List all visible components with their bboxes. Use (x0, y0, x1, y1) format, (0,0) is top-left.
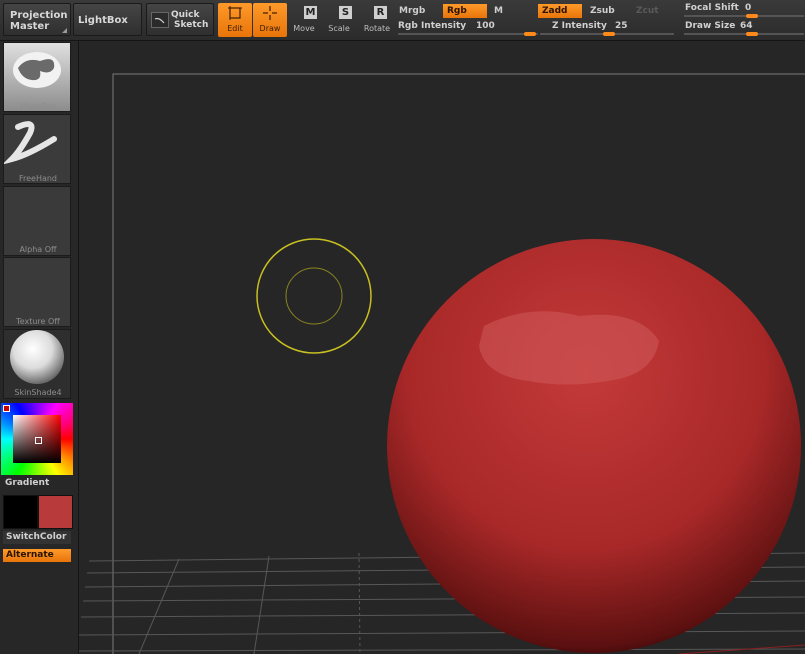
rotate-button[interactable]: R Rotate (360, 3, 394, 37)
material-label: SkinShade4 (14, 388, 62, 397)
z-intensity-label: Z Intensity (552, 21, 607, 31)
lightbox-button[interactable]: LightBox (73, 3, 142, 36)
draw-button[interactable]: Draw (253, 3, 287, 37)
z-intensity-knob[interactable] (603, 32, 615, 36)
scale-button[interactable]: S Scale (322, 3, 356, 37)
switch-color-button[interactable]: SwitchColor (3, 531, 71, 544)
move-label: Move (293, 24, 315, 33)
rotate-icon: R (374, 6, 387, 19)
draw-size-track (684, 33, 804, 35)
lightbox-label: LightBox (78, 15, 128, 26)
rgb-intensity-slider[interactable]: Rgb Intensity 100 (398, 20, 538, 36)
rgb-intensity-label: Rgb Intensity (398, 21, 467, 31)
alternate-button[interactable]: Alternate (3, 549, 71, 562)
texture-label: Texture Off (16, 317, 60, 326)
draw-size-value: 64 (740, 21, 753, 31)
rotate-label: Rotate (363, 24, 391, 33)
red-sphere (387, 239, 801, 653)
brush-cursor-inner (285, 267, 343, 325)
maskpen-icon (13, 52, 61, 88)
m-button[interactable]: M (490, 4, 510, 18)
color-selector[interactable] (35, 437, 42, 444)
freehand-icon (2, 121, 57, 165)
color-picker[interactable] (1, 403, 73, 475)
zcut-button[interactable]: Zcut (632, 4, 672, 18)
projection-master-label-2: Master (10, 21, 50, 32)
move-icon: M (304, 6, 317, 19)
primary-color-swatch[interactable] (3, 495, 38, 529)
z-intensity-slider[interactable]: Z Intensity 25 (540, 20, 674, 36)
z-intensity-value: 25 (615, 21, 628, 31)
gradient-label[interactable]: Gradient (5, 478, 49, 488)
quick-sketch-button[interactable]: Quick Sketch (146, 3, 214, 36)
rgb-intensity-track (398, 33, 538, 35)
rgb-intensity-value: 100 (476, 21, 495, 31)
quick-sketch-icon (151, 12, 169, 28)
edit-icon (228, 6, 242, 20)
move-button[interactable]: M Move (287, 3, 321, 37)
draw-size-knob[interactable] (746, 32, 758, 36)
edit-label: Edit (227, 24, 243, 33)
hue-marker[interactable] (3, 405, 10, 412)
document-canvas[interactable] (79, 41, 805, 654)
painted-patch (479, 311, 659, 385)
draw-size-label: Draw Size (685, 21, 736, 31)
scale-icon: S (339, 6, 352, 19)
secondary-color-swatch[interactable] (38, 495, 73, 529)
zsub-button[interactable]: Zsub (586, 4, 626, 18)
draw-label: Draw (259, 24, 281, 33)
rgb-intensity-knob[interactable] (524, 32, 536, 36)
draw-size-slider[interactable]: Draw Size 64 (684, 20, 804, 36)
mrgb-button[interactable]: Mrgb (395, 4, 435, 18)
corner-arrow-icon (62, 28, 67, 33)
material-sphere-icon (10, 330, 64, 384)
focal-shift-knob[interactable] (746, 14, 758, 18)
focal-shift-track (684, 15, 804, 17)
left-shelf: MaskPen FreeHand Alpha Off Texture Off S… (0, 41, 79, 654)
scale-label: Scale (328, 24, 350, 33)
alpha-label: Alpha Off (19, 245, 57, 254)
projection-master-label-1: Projection (10, 10, 68, 21)
zadd-button[interactable]: Zadd (538, 4, 582, 18)
top-toolbar: Projection Master LightBox Quick Sketch … (0, 0, 805, 41)
draw-icon (263, 6, 277, 20)
rgb-button[interactable]: Rgb (443, 4, 487, 18)
brush-label: MaskPen (20, 102, 56, 111)
focal-shift-label: Focal Shift (685, 3, 739, 13)
brush-cursor-outer (256, 238, 372, 354)
canvas-scene (79, 73, 805, 654)
focal-shift-value: 0 (745, 3, 752, 13)
edit-button[interactable]: Edit (218, 3, 252, 37)
quick-sketch-label-2: Sketch (174, 20, 209, 30)
focal-shift-slider[interactable]: Focal Shift 0 (684, 2, 804, 18)
projection-master-button[interactable]: Projection Master (3, 3, 71, 36)
stroke-label: FreeHand (18, 174, 58, 183)
